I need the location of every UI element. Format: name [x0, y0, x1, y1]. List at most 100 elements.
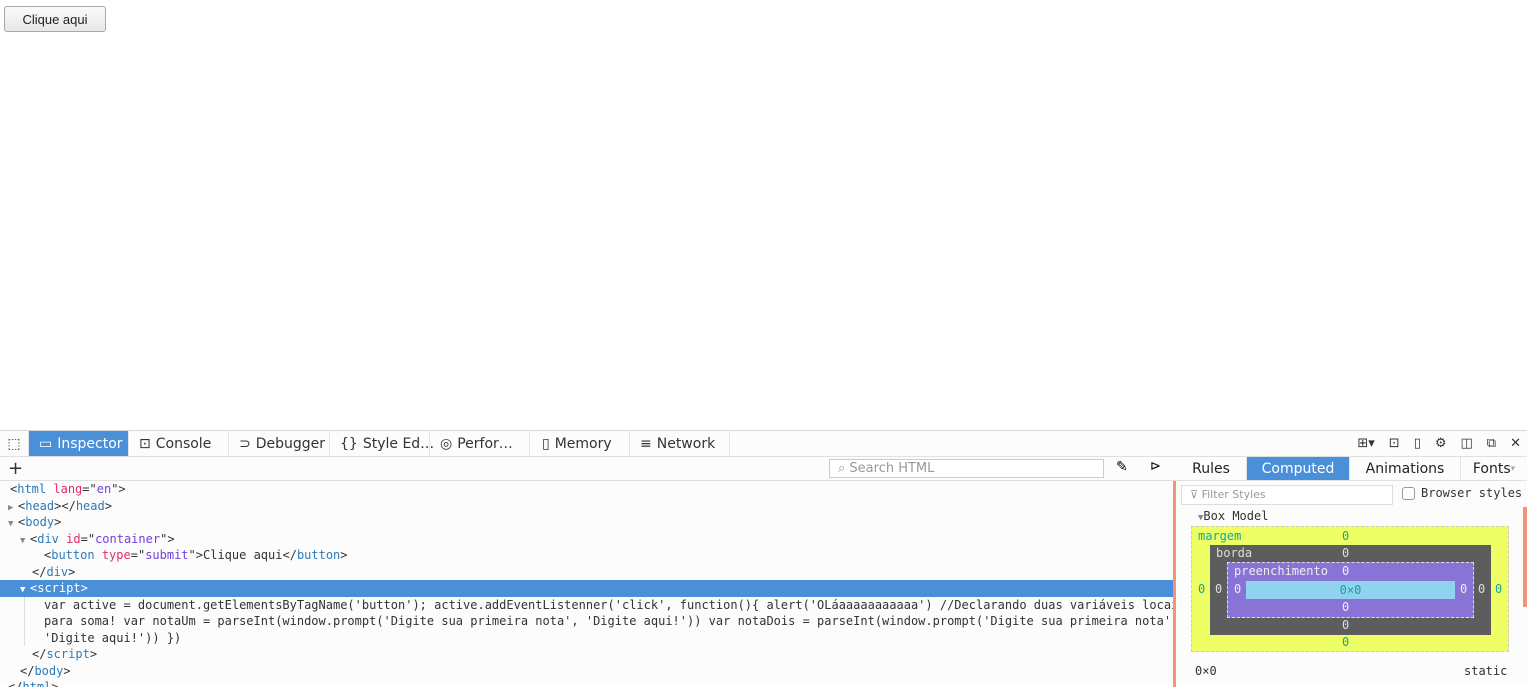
padding-right[interactable]: 0	[1460, 582, 1467, 596]
scrollbar[interactable]	[1523, 507, 1527, 607]
tag-name: body	[25, 515, 55, 529]
clique-aqui-button[interactable]: Clique aqui	[4, 6, 106, 32]
element-position: static	[1464, 664, 1508, 678]
filter-icon: ⊽	[1190, 488, 1202, 501]
node-html[interactable]: <html lang="en">	[0, 481, 1173, 498]
gear-icon[interactable]: ⚙	[1435, 436, 1447, 451]
filter-placeholder: Filter Styles	[1201, 488, 1266, 501]
tab-label: Inspector	[57, 435, 123, 452]
network-icon: ≡	[640, 435, 652, 452]
memory-icon: ▯	[542, 435, 550, 452]
tab-label: Fonts	[1472, 460, 1511, 477]
console-icon: ⊡	[139, 435, 151, 452]
screenshot-node-icon[interactable]: ⊳	[1150, 459, 1161, 474]
inspector-icon: ▭	[39, 435, 53, 452]
border-right[interactable]: 0	[1478, 582, 1485, 596]
padding-top[interactable]: 0	[1342, 564, 1349, 578]
tab-label: Style Ed…	[362, 435, 435, 452]
tab-network[interactable]: ≡ Network	[630, 431, 730, 456]
tab-style-editor[interactable]: {} Style Ed…	[330, 431, 434, 456]
attr-name: id	[66, 531, 81, 546]
collapse-icon[interactable]: ▼	[8, 516, 18, 533]
box-model-padding: preenchimento 0 0 0 0 0×0	[1227, 562, 1474, 618]
add-node-button[interactable]: +	[8, 458, 23, 479]
node-div-close: </div>	[32, 564, 76, 579]
tab-inspector[interactable]: ▭ Inspector	[29, 431, 129, 456]
browser-styles-checkbox[interactable]	[1402, 486, 1415, 500]
node-head[interactable]: ▶ <head></head>	[0, 498, 1173, 515]
search-html-input[interactable]: ⌕ Search HTML	[829, 459, 1104, 478]
tab-label: Perfor…	[457, 435, 513, 452]
undock-icon[interactable]: ⧉	[1487, 436, 1496, 451]
search-icon: ⌕	[838, 461, 850, 476]
tag-name: div	[46, 564, 69, 579]
tag-name: script	[46, 647, 90, 661]
element-size: 0×0	[1195, 664, 1217, 678]
tag-name: div	[37, 531, 59, 546]
responsive-mode-icon[interactable]: ▯	[1414, 436, 1421, 451]
attr-value: container	[95, 531, 161, 546]
box-model-margin: margem 0 0 0 0 borda 0 0 0 0 preenchimen…	[1191, 526, 1509, 652]
devtools-panel: ⬚ ▭ Inspector ⊡ Console ⊃ Debugger {} Style …	[0, 430, 1527, 687]
tag-name: html	[17, 482, 47, 496]
node-body-close: </body>	[20, 663, 71, 678]
tab-label: Network	[656, 435, 716, 452]
tab-computed[interactable]: Computed	[1247, 457, 1350, 480]
collapse-icon[interactable]: ▼	[20, 582, 30, 599]
chevron-down-icon: ▾	[1510, 463, 1516, 474]
debugger-icon: ⊃	[239, 435, 251, 452]
eyedropper-icon[interactable]: ✎	[1116, 459, 1128, 475]
node-button[interactable]: <button type="submit">Clique aqui</butto…	[0, 547, 1173, 564]
tag-name: head	[75, 498, 105, 513]
tab-performance[interactable]: ◎ Perfor…	[430, 431, 530, 456]
tab-label: Memory	[554, 435, 612, 452]
frame-select-icon[interactable]: ⊞▾	[1357, 436, 1374, 451]
close-icon[interactable]: ✕	[1510, 436, 1521, 451]
collapse-icon[interactable]: ▼	[20, 533, 30, 550]
box-model-title: Box Model	[1203, 509, 1269, 523]
attr-name: lang	[53, 482, 83, 496]
script-text-node[interactable]: var active = document.getElementsByTagNa…	[24, 596, 1173, 646]
tab-fonts[interactable]: Fonts ▾	[1461, 457, 1527, 480]
picker-icon: ⬚	[7, 435, 21, 452]
braces-icon: {}	[340, 435, 358, 452]
tab-animations[interactable]: Animations	[1350, 457, 1461, 480]
element-picker-button[interactable]: ⬚	[0, 431, 29, 456]
margin-label: margem	[1198, 529, 1242, 543]
tab-memory[interactable]: ▯ Memory	[530, 431, 630, 456]
tab-console[interactable]: ⊡ Console	[129, 431, 229, 456]
margin-top[interactable]: 0	[1342, 529, 1349, 543]
tag-name: script	[37, 581, 81, 595]
tab-rules[interactable]: Rules	[1176, 457, 1247, 480]
tab-label: Console	[155, 435, 212, 452]
filter-styles-input[interactable]: ⊽ Filter Styles	[1181, 485, 1393, 505]
box-model-header[interactable]: ▼Box Model	[1198, 509, 1268, 523]
box-model-content: 0×0	[1246, 581, 1455, 599]
padding-bottom[interactable]: 0	[1342, 600, 1349, 614]
padding-left[interactable]: 0	[1234, 582, 1241, 596]
text-node: Clique aqui	[203, 548, 283, 562]
tab-debugger[interactable]: ⊃ Debugger	[229, 431, 330, 456]
tag-name: body	[34, 663, 64, 678]
node-script-selected[interactable]: ▼ <script>	[0, 580, 1173, 597]
markup-view: <html lang="en"> ▶ <head></head> ▼ <body> …	[0, 481, 1173, 687]
split-console-icon[interactable]: ⊡	[1389, 436, 1400, 451]
attr-name: type	[101, 548, 131, 562]
dock-side-icon[interactable]: ◫	[1461, 436, 1473, 451]
margin-bottom[interactable]: 0	[1342, 635, 1349, 649]
computed-sidebar: Rules Computed Animations Fonts ▾ ⊽ Filte…	[1176, 457, 1527, 687]
border-top[interactable]: 0	[1342, 546, 1349, 560]
tag-name: button	[296, 548, 341, 562]
browser-styles-label: Browser styles	[1421, 486, 1523, 500]
attr-value: en	[96, 482, 112, 496]
node-body[interactable]: ▼ <body>	[0, 514, 1173, 531]
padding-label: preenchimento	[1234, 564, 1328, 578]
border-bottom[interactable]: 0	[1342, 618, 1349, 632]
margin-right[interactable]: 0	[1495, 582, 1502, 596]
node-div[interactable]: ▼ <div id="container">	[0, 531, 1173, 548]
search-placeholder: Search HTML	[849, 461, 935, 476]
border-left[interactable]: 0	[1215, 582, 1222, 596]
devtools-toolbar: ⬚ ▭ Inspector ⊡ Console ⊃ Debugger {} Style …	[0, 431, 1527, 457]
margin-left[interactable]: 0	[1198, 582, 1205, 596]
box-model-border: borda 0 0 0 0 preenchimento 0 0 0 0 0×0	[1210, 545, 1491, 635]
